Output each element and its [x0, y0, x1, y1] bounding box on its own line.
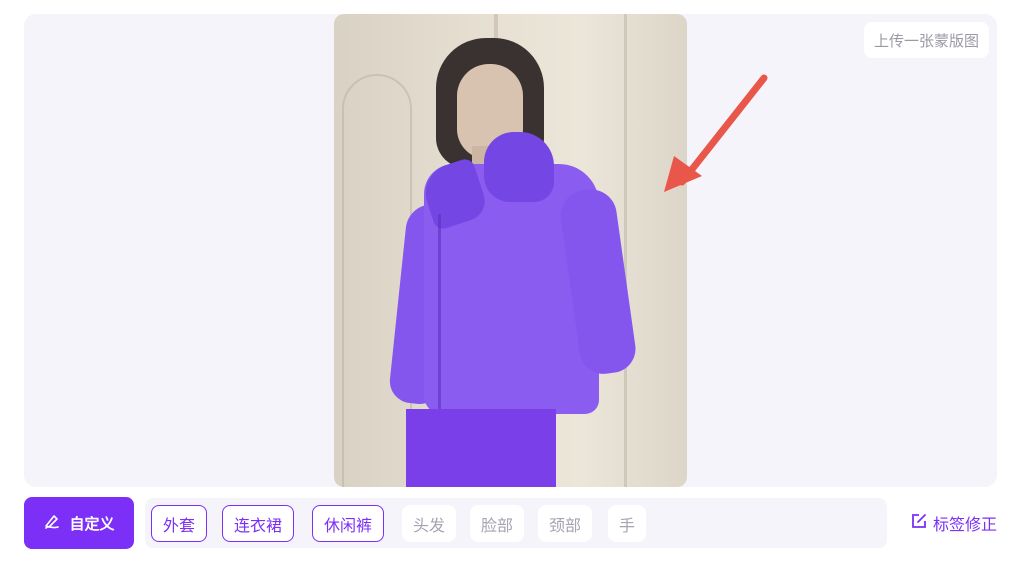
pen-icon	[43, 512, 61, 534]
custom-button[interactable]: 自定义	[24, 497, 134, 549]
tag-fix-button[interactable]: 标签修正	[911, 497, 997, 549]
edit-square-icon	[911, 513, 927, 533]
tag-hand[interactable]: 手	[608, 505, 647, 542]
custom-label: 自定义	[69, 514, 115, 533]
tag-fix-label: 标签修正	[932, 515, 997, 534]
tag-outerwear[interactable]: 外套	[151, 505, 208, 542]
tag-dress[interactable]: 连衣裙	[222, 505, 295, 542]
tag-casual-pants[interactable]: 休闲裤	[312, 505, 385, 542]
annotation-arrow	[664, 74, 768, 192]
tag-neck[interactable]: 颈部	[538, 505, 593, 542]
bottom-toolbar: 自定义 外套 连衣裙 休闲裤 头发 脸部 颈部 手 标签修正	[24, 497, 997, 549]
tag-face[interactable]: 脸部	[470, 505, 525, 542]
upload-mask-button[interactable]: 上传一张蒙版图	[863, 22, 989, 58]
image-canvas[interactable]: 上传一张蒙版图	[24, 14, 997, 487]
tag-list: 外套 连衣裙 休闲裤 头发 脸部 颈部 手	[145, 498, 887, 548]
tag-hair[interactable]: 头发	[402, 505, 457, 542]
